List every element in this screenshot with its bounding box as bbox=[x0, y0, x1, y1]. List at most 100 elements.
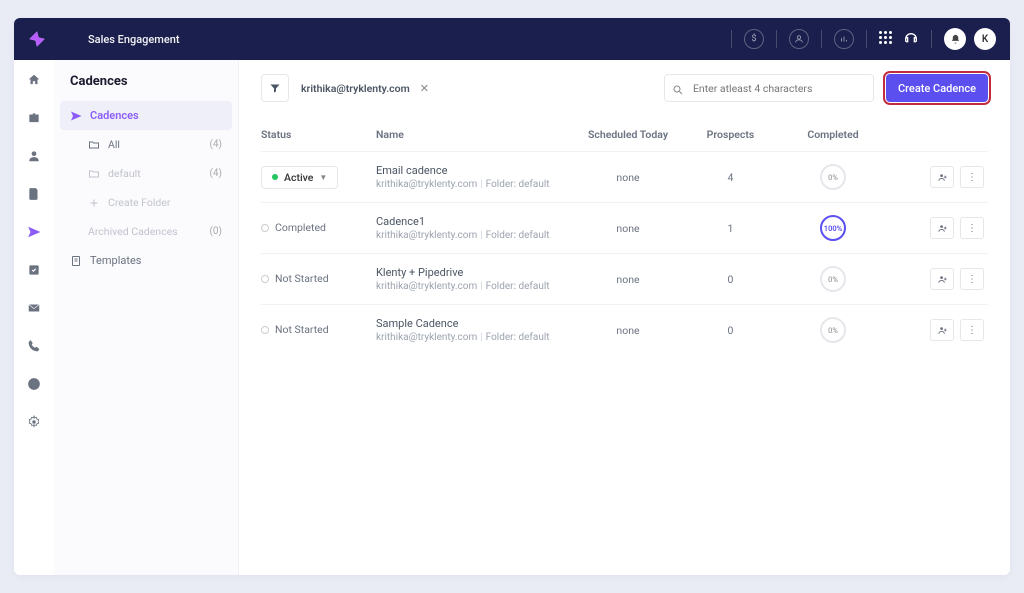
scheduled-value: none bbox=[573, 273, 683, 286]
progress-ring: 0% bbox=[820, 317, 846, 343]
sidebar-item-cadences[interactable]: Cadences bbox=[60, 101, 232, 130]
more-button[interactable]: ⋮ bbox=[960, 319, 984, 341]
cadence-table: Status Name Scheduled Today Prospects Co… bbox=[261, 120, 988, 355]
radio-circle bbox=[261, 275, 269, 283]
scheduled-value: none bbox=[573, 171, 683, 184]
status-radio: Not Started bbox=[261, 323, 329, 336]
prospects-value: 0 bbox=[683, 324, 778, 337]
divider bbox=[931, 30, 932, 48]
col-scheduled: Scheduled Today bbox=[573, 128, 683, 141]
folder-icon bbox=[88, 139, 100, 151]
divider bbox=[776, 30, 777, 48]
col-status: Status bbox=[261, 128, 376, 141]
files-icon[interactable] bbox=[26, 186, 42, 202]
create-cadence-button[interactable]: Create Cadence bbox=[886, 74, 988, 102]
more-button[interactable]: ⋮ bbox=[960, 166, 984, 188]
col-prospects: Prospects bbox=[683, 128, 778, 141]
search-input[interactable] bbox=[664, 74, 874, 102]
body: Cadences Cadences All (4) default (4) Cr… bbox=[14, 60, 1010, 575]
bell-icon[interactable] bbox=[944, 28, 966, 50]
more-button[interactable]: ⋮ bbox=[960, 217, 984, 239]
cadence-meta: krithika@tryklenty.com|Folder: default bbox=[376, 281, 573, 292]
add-user-button[interactable] bbox=[930, 217, 954, 239]
filter-chip-label: krithika@tryklenty.com bbox=[301, 82, 410, 95]
col-actions bbox=[888, 128, 988, 141]
top-nav: Sales Engagement $ K bbox=[14, 18, 1010, 60]
filter-button[interactable] bbox=[261, 74, 289, 102]
col-name: Name bbox=[376, 128, 573, 141]
plus-icon bbox=[88, 197, 100, 209]
prospects-value: 4 bbox=[683, 171, 778, 184]
topnav-right: $ K bbox=[727, 28, 996, 50]
divider bbox=[821, 30, 822, 48]
cadence-name: Email cadence bbox=[376, 164, 573, 177]
prospects-value: 0 bbox=[683, 273, 778, 286]
status-label: Active bbox=[284, 171, 313, 184]
sidebar-item-default[interactable]: default (4) bbox=[54, 159, 238, 188]
table-row[interactable]: CompletedCadence1krithika@tryklenty.com|… bbox=[261, 202, 988, 253]
sidebar-item-archived[interactable]: Archived Cadences (0) bbox=[54, 217, 238, 246]
dollar-icon[interactable]: $ bbox=[744, 29, 764, 49]
chart-icon[interactable] bbox=[834, 29, 854, 49]
avatar[interactable]: K bbox=[974, 28, 996, 50]
sidebar-item-all[interactable]: All (4) bbox=[54, 130, 238, 159]
headset-icon[interactable] bbox=[903, 31, 919, 47]
contact-icon[interactable] bbox=[26, 148, 42, 164]
chevron-down-icon: ▼ bbox=[319, 173, 327, 182]
add-user-button[interactable] bbox=[930, 319, 954, 341]
cadence-name: Cadence1 bbox=[376, 215, 573, 228]
add-user-button[interactable] bbox=[930, 268, 954, 290]
table-header: Status Name Scheduled Today Prospects Co… bbox=[261, 120, 988, 151]
settings-icon[interactable] bbox=[26, 414, 42, 430]
sidebar-label: Templates bbox=[90, 254, 141, 267]
cadence-icon[interactable] bbox=[26, 224, 42, 240]
search-icon bbox=[672, 81, 684, 93]
mail-icon[interactable] bbox=[26, 300, 42, 316]
sidebar-count: (4) bbox=[209, 139, 222, 150]
progress-ring: 0% bbox=[820, 266, 846, 292]
cadence-meta: krithika@tryklenty.com|Folder: default bbox=[376, 179, 573, 190]
status-radio: Completed bbox=[261, 221, 326, 234]
icon-rail bbox=[14, 60, 54, 575]
sidebar-label: Create Folder bbox=[108, 196, 170, 209]
status-dot bbox=[272, 174, 278, 180]
cadence-meta: krithika@tryklenty.com|Folder: default bbox=[376, 332, 573, 343]
progress-ring: 0% bbox=[820, 164, 846, 190]
sidebar-count: (0) bbox=[209, 226, 222, 237]
close-icon[interactable]: ✕ bbox=[420, 82, 429, 95]
table-row[interactable]: Active ▼ Email cadence krithika@tryklenty.c… bbox=[261, 151, 988, 202]
briefcase-icon[interactable] bbox=[26, 110, 42, 126]
status-chip[interactable]: Active ▼ bbox=[261, 166, 338, 189]
search-wrap bbox=[664, 74, 874, 102]
user-icon[interactable] bbox=[789, 29, 809, 49]
sidebar-item-templates[interactable]: Templates bbox=[54, 246, 238, 275]
more-button[interactable]: ⋮ bbox=[960, 268, 984, 290]
table-row[interactable]: Not StartedSample Cadencekrithika@trykle… bbox=[261, 304, 988, 355]
cadence-name: Klenty + Pipedrive bbox=[376, 266, 573, 279]
phone-icon[interactable] bbox=[26, 338, 42, 354]
radio-circle bbox=[261, 326, 269, 334]
sidebar-item-create-folder[interactable]: Create Folder bbox=[54, 188, 238, 217]
reports-icon[interactable] bbox=[26, 376, 42, 392]
logo-icon[interactable] bbox=[28, 30, 46, 48]
sidebar-title: Cadences bbox=[54, 74, 238, 101]
status-label: Completed bbox=[275, 221, 326, 234]
folder-icon bbox=[88, 168, 100, 180]
sidebar: Cadences Cadences All (4) default (4) Cr… bbox=[54, 60, 239, 575]
prospects-value: 1 bbox=[683, 222, 778, 235]
scheduled-value: none bbox=[573, 324, 683, 337]
divider bbox=[731, 30, 732, 48]
sidebar-label: Cadences bbox=[90, 109, 139, 122]
home-icon[interactable] bbox=[26, 72, 42, 88]
status-label: Not Started bbox=[275, 323, 329, 336]
app-window: Sales Engagement $ K bbox=[14, 18, 1010, 575]
table-row[interactable]: Not StartedKlenty + Pipedrivekrithika@tr… bbox=[261, 253, 988, 304]
tasks-icon[interactable] bbox=[26, 262, 42, 278]
sidebar-count: (4) bbox=[209, 168, 222, 179]
sidebar-label: default bbox=[108, 167, 141, 180]
sidebar-label: Archived Cadences bbox=[88, 225, 178, 238]
apps-grid-icon[interactable] bbox=[879, 31, 895, 47]
radio-circle bbox=[261, 224, 269, 232]
col-completed: Completed bbox=[778, 128, 888, 141]
add-user-button[interactable] bbox=[930, 166, 954, 188]
